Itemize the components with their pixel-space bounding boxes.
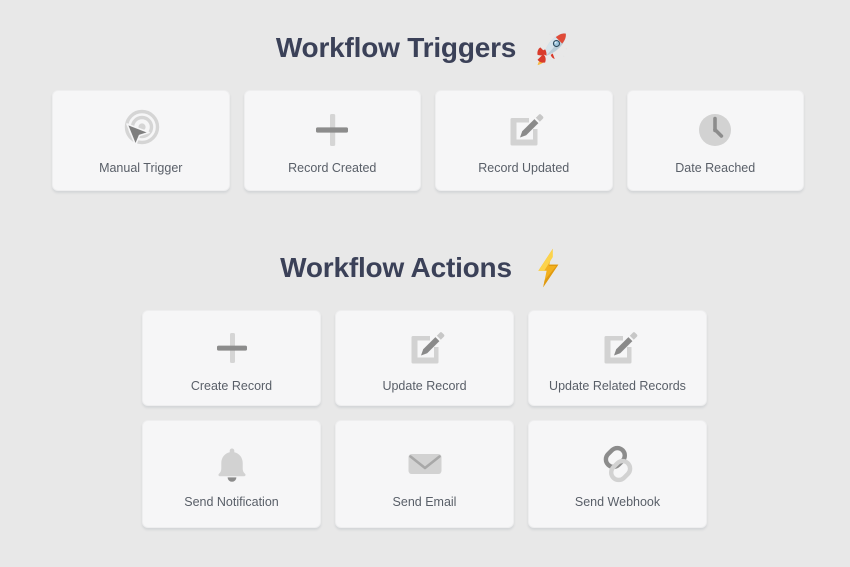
action-card-send-webhook[interactable]: Send Webhook xyxy=(528,420,707,528)
cursor-target-icon xyxy=(118,107,164,153)
workflow-actions-heading: Workflow Actions xyxy=(0,246,850,290)
clock-icon xyxy=(692,107,738,153)
action-card-label: Send Email xyxy=(392,494,457,509)
action-card-send-email[interactable]: Send Email xyxy=(335,420,514,528)
edit-pencil-square-icon xyxy=(402,325,448,371)
action-card-label: Send Notification xyxy=(184,494,279,509)
action-card-grid: Create Record Update Record Update Relat… xyxy=(142,310,708,528)
trigger-card-label: Date Reached xyxy=(675,161,756,176)
plus-icon xyxy=(309,107,355,153)
bell-icon xyxy=(209,441,255,487)
workflow-triggers-title: Workflow Triggers xyxy=(275,32,517,63)
trigger-card-record-updated[interactable]: Record Updated xyxy=(435,90,613,191)
trigger-card-label: Record Created xyxy=(288,161,377,176)
rocket-emoji xyxy=(530,26,574,70)
trigger-card-label: Manual Trigger xyxy=(99,161,183,176)
action-card-label: Send Webhook xyxy=(574,494,661,509)
action-card-update-related-records[interactable]: Update Related Records xyxy=(528,310,707,406)
trigger-card-label: Record Updated xyxy=(478,161,570,176)
action-card-label: Create Record xyxy=(190,378,273,393)
action-card-update-record[interactable]: Update Record xyxy=(335,310,514,406)
plus-icon xyxy=(209,325,255,371)
link-chain-icon xyxy=(595,441,641,487)
action-card-send-notification[interactable]: Send Notification xyxy=(142,420,321,528)
trigger-card-manual-trigger[interactable]: Manual Trigger xyxy=(52,90,230,191)
workflow-builder-page: Workflow Triggers Manual Trigger Record … xyxy=(0,0,850,567)
lightning-bolt-emoji xyxy=(526,246,570,290)
envelope-icon xyxy=(402,441,448,487)
trigger-card-record-created[interactable]: Record Created xyxy=(243,90,421,191)
action-card-create-record[interactable]: Create Record xyxy=(142,310,321,406)
action-card-label: Update Record xyxy=(382,378,467,393)
workflow-triggers-heading: Workflow Triggers xyxy=(0,26,850,70)
trigger-card-grid: Manual Trigger Record Created Record Upd… xyxy=(52,90,804,191)
edit-pencil-square-icon xyxy=(595,325,641,371)
action-card-label: Update Related Records xyxy=(549,378,686,393)
edit-pencil-square-icon xyxy=(501,107,547,153)
workflow-actions-title: Workflow Actions xyxy=(280,252,512,283)
trigger-card-date-reached[interactable]: Date Reached xyxy=(626,90,804,191)
